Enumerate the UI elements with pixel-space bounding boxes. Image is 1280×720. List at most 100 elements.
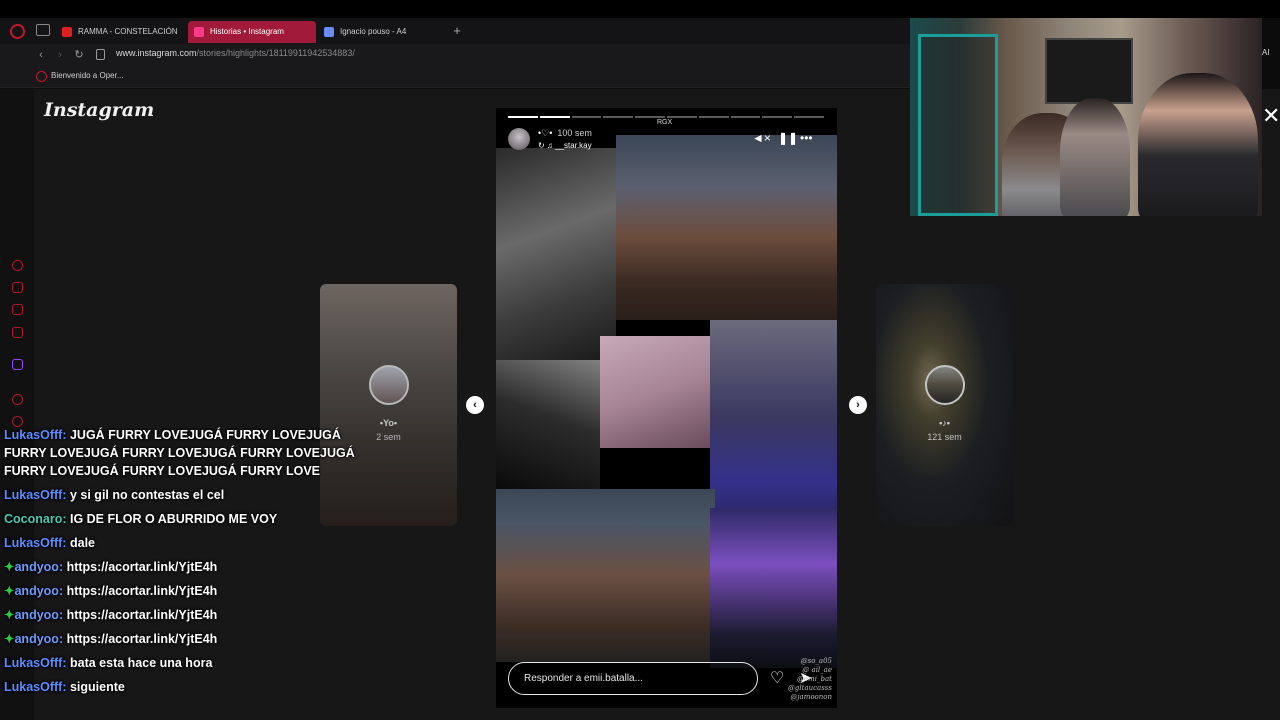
story-handles: @so_a05 @ ail_ae @emi_bat @gltaucasss @j… [776,657,832,702]
tab-bar: RAMMA - CONSTELACIÓN Historias • Instagr… [0,18,910,44]
chat-username[interactable]: Coconaro [4,512,62,526]
story-top-label: RGX [657,119,673,126]
chat-message: ✦andyoo: https://acortar.link/YjtE4h [4,582,374,600]
new-tab-button[interactable]: + [450,22,464,40]
chat-text: dale [69,536,95,550]
chat-text: https://acortar.link/YjtE4h [66,560,218,574]
next-story-button[interactable]: › [849,396,867,414]
cam-tv [1045,38,1133,104]
chat-message: LukasOfff: dale [4,534,374,552]
chat-separator: : [58,608,67,622]
chat-username[interactable]: LukasOfff [4,536,62,550]
audio-label: __star.kay [555,141,592,150]
sub-badge-icon: ✦ [4,632,15,646]
bookmark-label: Bienvenido a Oper... [51,71,124,80]
chat-username[interactable]: LukasOfff [4,656,62,670]
story-title: •♡• [538,128,553,138]
tab-label: Ignacio pouso - A4 [340,27,407,36]
chat-message: ✦andyoo: https://acortar.link/YjtE4h [4,630,374,648]
chat-message: Coconaro: IG DE FLOR O ABURRIDO ME VOY [4,510,374,528]
chat-text: IG DE FLOR O ABURRIDO ME VOY [69,512,278,526]
messenger-icon[interactable] [12,304,23,315]
chat-separator: : [62,656,70,670]
handle: @gltaucasss [787,684,832,692]
reload-icon[interactable]: ↻ [72,47,86,63]
preview-avatar [924,365,965,405]
story-progress [508,116,824,118]
collage-photo-screen [600,336,710,448]
stream-chat: LukasOfff: JUGÁ FURRY LOVEJUGÁ FURRY LOV… [4,426,374,702]
pause-icon[interactable]: ❚❚ [778,131,798,145]
chat-username[interactable]: LukasOfff [4,680,62,694]
player-icon[interactable] [12,394,23,405]
sub-badge-icon: ✦ [4,560,15,574]
preview-time: 121 sem [927,432,962,442]
chat-message: LukasOfff: JUGÁ FURRY LOVEJUGÁ FURRY LOV… [4,426,374,480]
story-viewer[interactable]: RGX •♡• 100 sem ↻ ♫ __star.kay ◄× ❚❚ •••… [496,108,837,708]
more-options-icon[interactable]: ••• [800,131,813,145]
opera-logo-icon[interactable] [10,24,25,39]
chat-message: LukasOfff: siguiente [4,678,374,696]
instagram-sidebar-icon[interactable] [12,327,23,338]
address-bar: ‹ › ↻ www.instagram.com/stories/highligh… [0,44,910,66]
tab-label: Historias • Instagram [210,27,284,36]
chat-username[interactable]: andyoo [14,584,58,598]
tab-ramma[interactable]: RAMMA - CONSTELACIÓN [56,21,184,43]
story-avatar[interactable] [508,128,530,150]
sub-badge-icon: ✦ [4,584,15,598]
chat-username[interactable]: andyoo [14,632,58,646]
chat-text: https://acortar.link/YjtE4h [66,584,218,598]
collage-photo-singer [496,148,616,360]
youtube-icon [62,27,72,37]
screen: RAMMA - CONSTELACIÓN Historias • Instagr… [0,0,1280,720]
handle: @jamoonon [790,693,832,701]
preview-name: •♪• [939,418,950,428]
chat-separator: : [58,560,67,574]
forward-icon[interactable]: › [53,47,67,63]
chat-message: LukasOfff: bata esta hace una hora [4,654,374,672]
back-icon[interactable]: ‹ [34,47,48,63]
close-icon[interactable]: ✕ [1262,103,1280,129]
opera-bookmark-icon [36,71,47,82]
chat-text: bata esta hace una hora [69,656,213,670]
chat-separator: : [62,512,70,526]
story-audio[interactable]: ↻ ♫ __star.kay [538,141,592,150]
previous-story-button[interactable]: ‹ [466,396,484,414]
wallet-icon[interactable] [12,282,23,293]
chat-separator: : [62,428,70,442]
chat-separator: : [62,488,70,502]
instagram-logo[interactable]: Instagram [44,99,154,121]
site-icon [324,27,334,37]
url-field[interactable]: www.instagram.com/stories/highlights/181… [116,48,355,58]
chat-text: y si gil no contestas el cel [69,488,225,502]
story-preview-right[interactable]: •♪• 121 sem [876,284,1013,526]
bookmark-welcome[interactable]: Bienvenido a Oper... [36,71,124,82]
chat-text: https://acortar.link/YjtE4h [66,608,218,622]
instagram-icon [194,27,204,37]
story-time: 100 sem [557,128,592,138]
handle: @so_a05 [800,657,832,665]
top-strip [0,0,1280,18]
chat-username[interactable]: andyoo [14,560,58,574]
reply-input[interactable]: Responder a emii.batalla... [508,662,758,695]
tab-menu-icon[interactable] [36,24,50,36]
chat-separator: : [58,632,67,646]
chat-text: siguiente [69,680,125,694]
collage-photo-group [616,135,837,320]
url-path: /stories/highlights/18119911942534883/ [196,48,355,58]
tab-instagram[interactable]: Historias • Instagram [188,21,316,43]
mute-icon[interactable]: ◄× [752,131,771,145]
preview-avatar [368,365,409,405]
handle: @emi_bat [797,675,832,683]
collage-photo-group-2 [496,489,715,662]
ai-sidebar-button[interactable]: AI [1262,48,1270,57]
chat-username[interactable]: andyoo [14,608,58,622]
twitch-icon[interactable] [12,359,23,370]
lock-icon [96,49,105,60]
history-icon[interactable] [12,260,23,271]
chat-username[interactable]: LukasOfff [4,488,62,502]
chat-separator: : [62,680,70,694]
tab-label: RAMMA - CONSTELACIÓN [78,27,178,36]
tab-ignacio[interactable]: Ignacio pouso - A4 [318,21,446,43]
chat-username[interactable]: LukasOfff [4,428,62,442]
